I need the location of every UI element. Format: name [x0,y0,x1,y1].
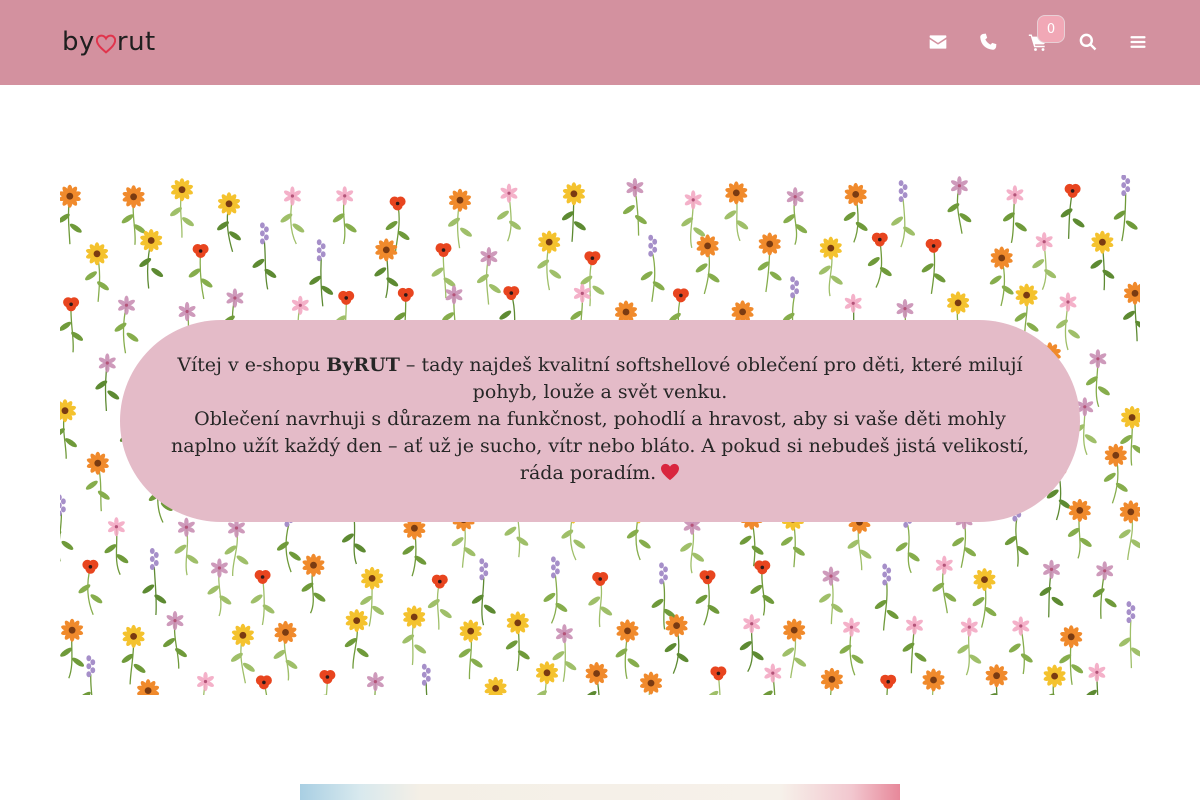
logo[interactable]: by rut [62,26,156,58]
site-header: by rut 0 [0,0,1200,85]
menu-button[interactable] [1124,28,1152,56]
email-icon [929,35,947,49]
search-icon [1079,33,1097,51]
logo-text-right: rut [116,27,156,57]
logo-heart-icon [95,34,116,54]
cart-count-badge[interactable]: 0 [1037,15,1065,43]
welcome-bubble: Vítej v e-shopu ByRUT – tady najdeš kval… [120,320,1080,522]
search-button[interactable] [1074,28,1102,56]
brand-name: ByRUT [326,354,400,376]
menu-icon [1130,36,1146,48]
phone-icon [980,33,997,50]
phone-button[interactable] [974,28,1002,56]
hero-banner: Vítej v e-shopu ByRUT – tady najdeš kval… [60,175,1140,695]
cart-button[interactable]: 0 [1024,15,1065,56]
logo-text-left: by [62,27,95,57]
header-nav: 0 [902,15,1152,56]
welcome-text-line-2: Oblečení navrhuji s důrazem na funkčnost… [170,408,1029,484]
welcome-text-line-1: Vítej v e-shopu ByRUT – tady najdeš kval… [177,354,1023,403]
heart-icon [661,463,680,481]
featured-image [300,784,900,800]
email-button[interactable] [924,28,952,56]
